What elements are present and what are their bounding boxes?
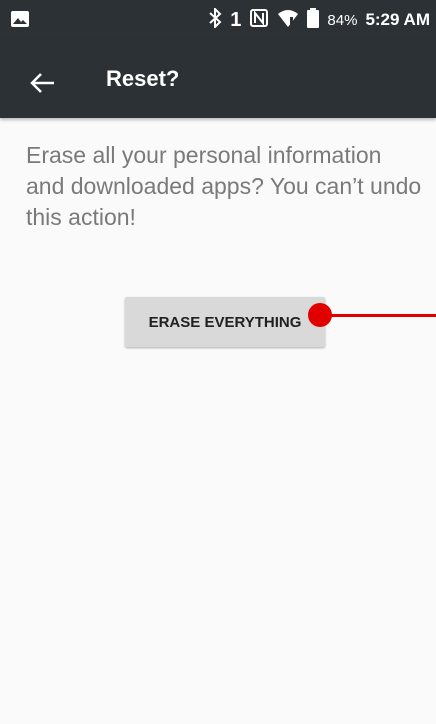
erase-everything-button[interactable]: ERASE EVERYTHING — [125, 297, 325, 347]
gallery-icon — [11, 11, 29, 27]
wifi-icon — [277, 8, 299, 33]
battery-percent: 84% — [327, 11, 358, 29]
bluetooth-icon — [208, 6, 222, 32]
reset-warning-message: Erase all your personal information and … — [26, 142, 422, 230]
clock: 5:29 AM — [365, 10, 430, 29]
arrow-left-icon[interactable] — [26, 66, 60, 100]
status-bar: 1 84% 5:29 AM — [0, 0, 436, 40]
sim-1-icon: 1 — [230, 9, 242, 31]
battery-icon — [307, 7, 320, 33]
touch-indicator-line — [330, 314, 436, 317]
status-icons: 1 84% 5:29 AM — [208, 0, 430, 40]
app-bar: Reset? — [0, 40, 436, 118]
page-title: Reset? — [106, 66, 180, 91]
nfc-icon — [249, 8, 269, 33]
touch-indicator-dot — [308, 303, 332, 327]
